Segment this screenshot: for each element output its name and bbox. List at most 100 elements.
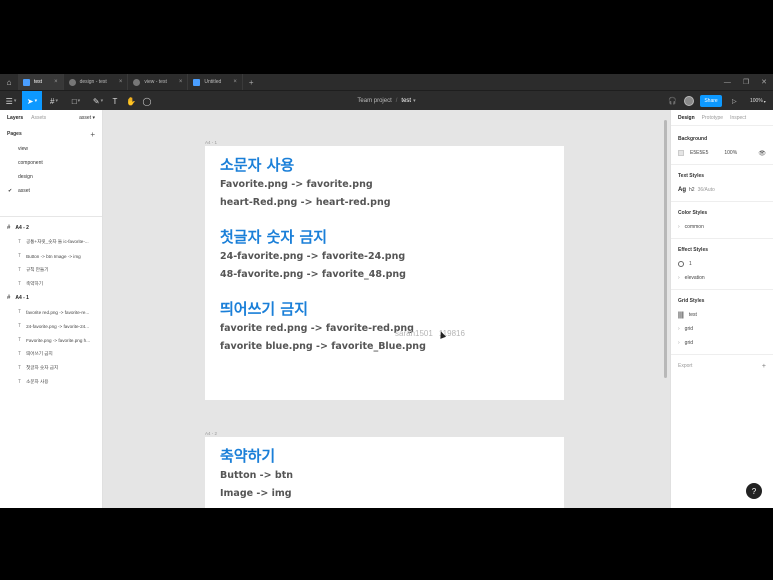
project-name[interactable]: Team project [357,98,391,104]
tab-bar: ⌂ test × design - test × view - test × U… [0,74,773,90]
effect-style-item[interactable]: › elevation [671,271,773,285]
text-layer-icon: T [18,351,22,357]
text-line: favorite blue.png -> favorite_Blue.png [220,341,426,352]
page-item-design[interactable]: design [0,170,102,184]
watermark-text: sarah1501 [395,329,433,338]
help-button[interactable]: ? [746,483,762,499]
home-icon[interactable]: ⌂ [0,74,18,90]
tab-design[interactable]: Design [678,115,695,121]
layer-item[interactable]: T Button -> btn Image -> img [0,249,102,263]
close-window-icon[interactable]: ✕ [761,78,767,86]
right-panel-tabs: Design Prototype Inspect [671,110,773,126]
export-header: Export + [671,359,773,373]
grid-icon: ||| [678,311,684,319]
tab-assets[interactable]: Assets [31,115,46,121]
layer-item[interactable]: T 첫글자 숫자 금지 [0,361,102,375]
chevron-down-icon: ▾ [763,98,766,104]
minimize-icon[interactable]: — [724,79,731,86]
layer-item[interactable]: Tfavorite red.png -> favorite-re... [0,305,102,319]
chevron-right-icon[interactable]: › [678,340,680,346]
hand-tool-icon[interactable]: ✋ [124,91,138,111]
comment-tool-icon[interactable]: ◯ [140,91,154,111]
maximize-icon[interactable]: ❐ [743,78,749,86]
frame-label-a4-2[interactable]: A4 - 2 [205,431,217,436]
zoom-value: 100% [750,98,763,104]
chevron-right-icon[interactable]: › [678,224,680,230]
eye-icon[interactable]: 👁 [758,150,766,157]
frame-icon: # [7,295,11,301]
chevron-right-icon[interactable]: › [678,326,680,332]
grid-style-item[interactable]: ||| test [671,308,773,322]
share-button[interactable]: Share [700,95,722,107]
layer-item[interactable]: T 24-favorite.png -> favorite-24... [0,319,102,333]
close-icon[interactable]: × [54,79,58,85]
chevron-down-icon[interactable]: ▾ [413,98,416,104]
shape-tool-icon[interactable]: □ ▾ [66,91,86,111]
color-swatch[interactable] [678,150,684,156]
avatar[interactable] [684,96,694,106]
add-export-icon[interactable]: + [762,363,766,370]
tab-design-test[interactable]: design - test × [64,74,129,90]
chevron-down-icon: ▾ [92,115,95,121]
text-tool-icon[interactable]: T [108,91,122,111]
grid-style-name: grid [684,340,694,346]
layer-item[interactable]: T 공통+자릿_숫자 들 ic-favorite-... [0,235,102,249]
breadcrumb-separator: / [395,98,398,104]
color-style-item[interactable]: › common [671,220,773,234]
page-label: design [18,174,33,180]
vertical-scrollbar[interactable] [664,120,667,378]
page-label: asset [18,188,30,194]
present-icon[interactable]: ▷ [732,91,737,111]
page-item-view[interactable]: view [0,142,102,156]
tab-label: Untitled [204,79,222,85]
main-menu-icon[interactable]: ☰ ▾ [2,91,20,111]
new-tab-icon[interactable]: + [243,78,260,87]
tab-untitled[interactable]: Untitled × [188,74,243,90]
background-fill[interactable]: E5E5E5 100% 👁 [671,146,773,160]
tab-test[interactable]: test × [18,74,64,90]
bg-opacity[interactable]: 100% [724,150,737,156]
close-icon[interactable]: × [119,79,123,85]
canvas[interactable]: A4 - 1 소문자 사용 Favorite.png -> favorite.p… [103,110,667,508]
close-icon[interactable]: × [179,79,183,85]
add-page-icon[interactable]: + [90,130,95,139]
frame-a4-2[interactable]: 축약하기 Button -> btn Image -> img [205,437,564,508]
frame-label-a4-1[interactable]: A4 - 1 [205,140,217,145]
layers-panel: Layers Assets asset ▾ Pages + view compo… [0,110,103,508]
effect-style-item[interactable]: 1 [671,257,773,271]
page-item-component[interactable]: component [0,156,102,170]
grid-style-item[interactable]: › grid [671,322,773,336]
layer-item[interactable]: T 소문자 사용 [0,375,102,389]
page-label: component [18,160,43,166]
zoom-dropdown[interactable]: 100% ▾ [750,91,766,111]
tab-view-test[interactable]: view - test × [128,74,189,90]
layer-item[interactable]: T 축약하기 [0,277,102,291]
frame-a4-1[interactable]: 소문자 사용 Favorite.png -> favorite.png hear… [205,146,564,400]
layer-frame-a4-1[interactable]: # A4 - 1 [0,291,102,305]
text-layer-icon: T [18,365,22,371]
window-controls: — ❐ ✕ [724,74,767,90]
chevron-right-icon[interactable]: › [678,275,680,281]
tab-inspect[interactable]: Inspect [730,115,746,121]
layer-item[interactable]: T Favorite.png -> favorite.png h... [0,333,102,347]
grid-style-name: test [688,312,697,318]
layer-label: 띄어쓰기 금지 [26,351,53,356]
layer-item[interactable]: T 띄어쓰기 금지 [0,347,102,361]
frame-tool-icon[interactable]: # ▾ [44,91,64,111]
text-layer-icon: T [18,337,22,343]
close-icon[interactable]: × [233,79,237,85]
pen-tool-icon[interactable]: ✎ ▾ [88,91,108,111]
tab-prototype[interactable]: Prototype [702,115,723,121]
text-style-item[interactable]: Ag h2 36/Auto [671,183,773,197]
bg-hex[interactable]: E5E5E5 [690,150,708,156]
move-tool-icon[interactable]: ➤ ▾ [22,91,42,111]
layer-frame-a4-2[interactable]: # A4 - 2 [0,221,102,235]
headphones-icon[interactable]: 🎧 [668,91,677,111]
layer-label: Favorite.png -> favorite.png h... [26,337,91,343]
current-page-selector[interactable]: asset ▾ [79,115,95,121]
grid-style-item[interactable]: › grid [671,336,773,350]
layer-item[interactable]: T 규칙 만들기 [0,263,102,277]
file-name[interactable]: test [401,98,411,104]
tab-layers[interactable]: Layers [7,115,23,121]
page-item-asset[interactable]: ✔ asset [0,184,102,198]
